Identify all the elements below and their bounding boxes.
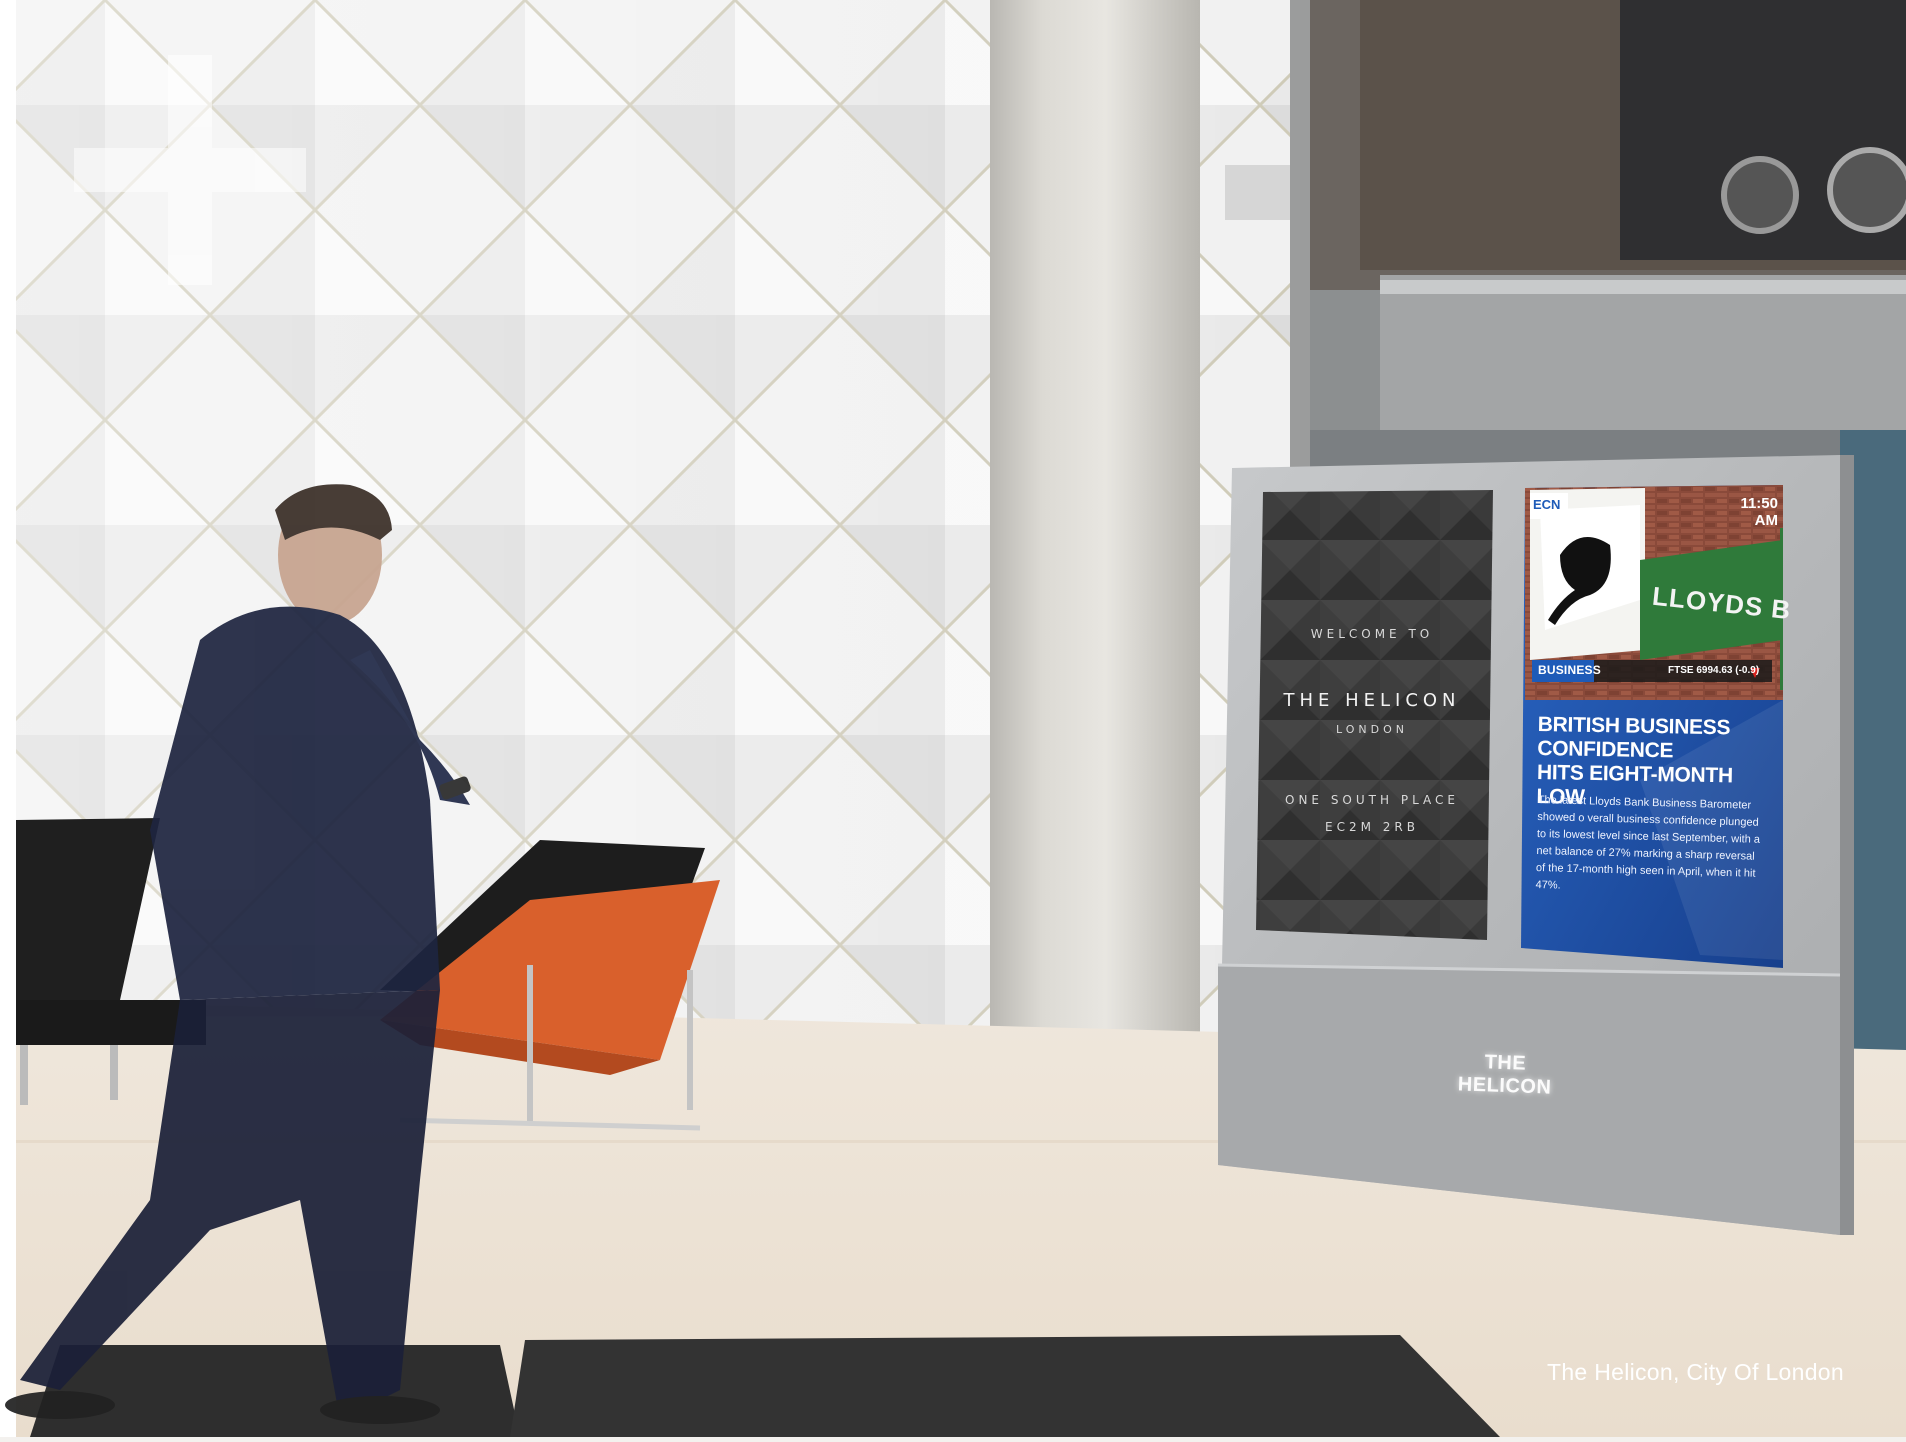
- photo-caption: The Helicon, City Of London: [1546, 1359, 1844, 1385]
- news-category: BUSINESS: [1538, 663, 1601, 677]
- welcome-screen-bg: [1256, 490, 1493, 940]
- news-time: 11:50 AM: [1740, 495, 1778, 529]
- ftse-ticker: FTSE 6994.63 (-0.9): [1668, 665, 1760, 676]
- building-title: THE HELICON: [1283, 690, 1461, 711]
- news-body: The latest Lloyds Bank Business Baromete…: [1535, 793, 1761, 892]
- address-line-1: ONE SOUTH PLACE: [1285, 793, 1459, 807]
- headline-line-1: BRITISH BUSINESS CONFIDENCE: [1537, 713, 1731, 763]
- building-city: LONDON: [1336, 723, 1408, 736]
- welcome-to-label: WELCOME TO: [1310, 627, 1434, 641]
- address-line-2: EC2M 2RB: [1325, 820, 1419, 834]
- ecn-logo: ECN: [1533, 497, 1561, 512]
- kiosk-label: THE HELICON: [1457, 1051, 1552, 1099]
